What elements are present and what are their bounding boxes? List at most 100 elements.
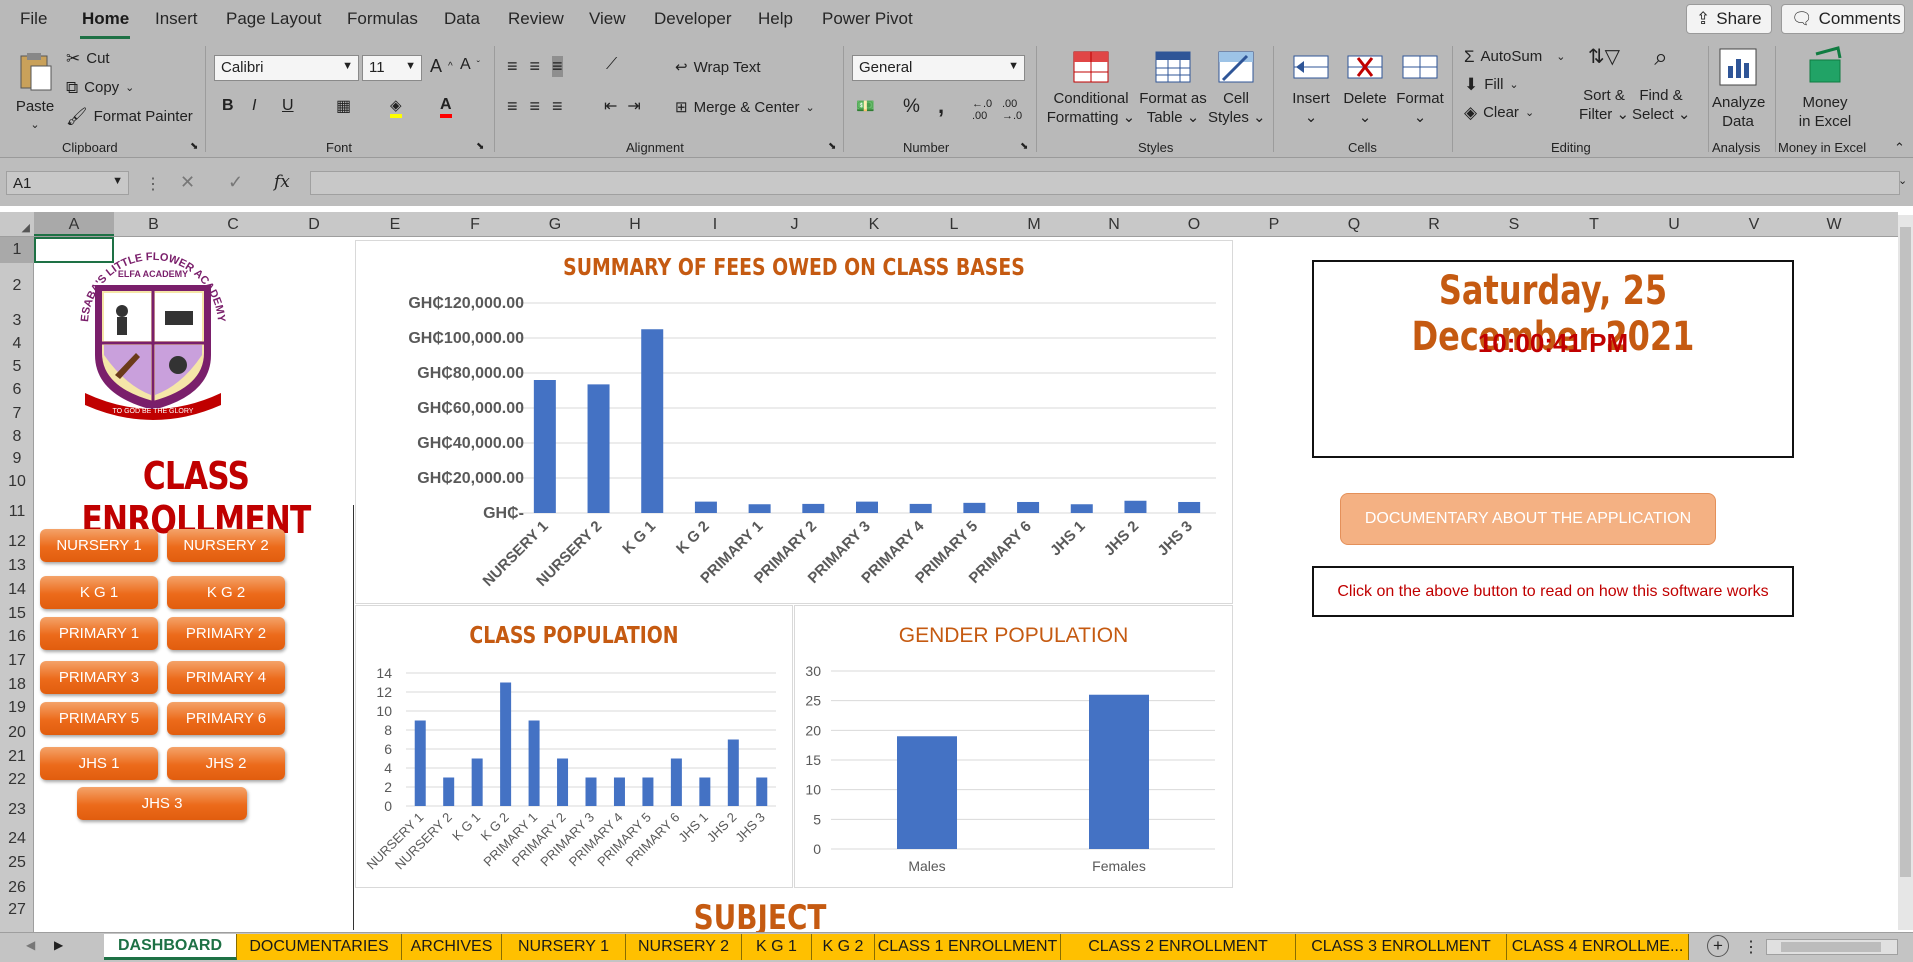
select-all-corner[interactable]: ◢ <box>0 212 34 237</box>
row-header[interactable]: 3 <box>0 309 34 332</box>
hscroll-thumb[interactable] <box>1781 942 1881 952</box>
column-header[interactable]: C <box>193 216 273 234</box>
dialog-launcher-icon[interactable]: ⬊ <box>828 141 836 152</box>
column-header[interactable]: M <box>994 216 1074 234</box>
column-header[interactable]: F <box>435 216 515 234</box>
merge-center-button[interactable]: ⊞ Merge & Center ⌄ <box>675 98 815 117</box>
row-header[interactable]: 27 <box>0 900 34 920</box>
sheet-tab[interactable]: CLASS 3 ENROLLMENT <box>1296 934 1507 960</box>
column-header[interactable]: O <box>1154 216 1234 234</box>
paste-button[interactable]: Paste ⌄ <box>14 52 56 135</box>
share-button[interactable]: ⇪ Share <box>1686 4 1772 34</box>
underline-button[interactable]: U <box>282 97 294 115</box>
row-header[interactable]: 2 <box>0 263 34 309</box>
autosum-button[interactable]: Σ AutoSum ⌄ <box>1464 48 1565 65</box>
row-header[interactable]: 18 <box>0 674 34 695</box>
dialog-launcher-icon[interactable]: ⬊ <box>476 141 484 152</box>
money-in-excel-button[interactable]: Money in Excel <box>1790 46 1860 131</box>
decrease-font-button[interactable]: Aˇ <box>460 56 480 74</box>
menu-developer[interactable]: Developer <box>654 9 732 29</box>
row-header[interactable]: 15 <box>0 601 34 626</box>
row-header[interactable]: 8 <box>0 425 34 448</box>
decrease-decimal-button[interactable]: .00 →.0 <box>1002 98 1022 122</box>
horizontal-scrollbar[interactable] <box>1766 939 1898 955</box>
delete-cells-button[interactable]: Delete ⌄ <box>1338 50 1392 127</box>
scroll-tabs-right-icon[interactable]: ▶ <box>54 938 63 952</box>
enroll-button-jhs-3[interactable]: JHS 3 <box>77 787 247 820</box>
number-format-select[interactable]: General ▼ <box>852 55 1025 81</box>
sort-filter-button[interactable]: ⇅▽ Sort & Filter ⌄ <box>1576 47 1632 124</box>
row-header[interactable]: 20 <box>0 720 34 745</box>
bold-button[interactable]: B <box>222 97 234 115</box>
enroll-button-nursery-1[interactable]: NURSERY 1 <box>40 529 158 562</box>
sheet-tab[interactable]: DASHBOARD <box>104 934 237 960</box>
row-header[interactable]: 26 <box>0 875 34 900</box>
format-cells-button[interactable]: Format ⌄ <box>1392 50 1448 127</box>
more-sheets-icon[interactable]: ⋮ <box>1743 937 1759 957</box>
enroll-button-jhs-2[interactable]: JHS 2 <box>167 747 285 780</box>
formula-input[interactable] <box>310 171 1900 195</box>
increase-decimal-button[interactable]: ←.0.00 <box>972 98 992 122</box>
sheet-tab[interactable]: K G 1 <box>742 934 812 960</box>
menu-formulas[interactable]: Formulas <box>347 9 418 29</box>
insert-cells-button[interactable]: Insert ⌄ <box>1284 50 1338 127</box>
row-header[interactable]: 23 <box>0 792 34 828</box>
wrap-text-button[interactable]: ↩ Wrap Text <box>675 58 761 77</box>
enroll-button-primary-4[interactable]: PRIMARY 4 <box>167 661 285 694</box>
add-sheet-icon[interactable]: + <box>1707 935 1729 957</box>
row-header[interactable]: 11 <box>0 494 34 530</box>
collapse-ribbon-icon[interactable]: ⌃ <box>1894 140 1905 156</box>
menu-file[interactable]: File <box>20 9 47 29</box>
column-header[interactable]: K <box>834 216 914 234</box>
font-name-select[interactable]: Calibri ▼ <box>214 55 359 81</box>
column-header[interactable]: W <box>1794 216 1874 234</box>
column-header[interactable]: A <box>34 212 114 236</box>
row-header[interactable]: 24 <box>0 828 34 850</box>
expand-formula-icon[interactable]: ⌄ <box>1898 174 1907 187</box>
row-header[interactable]: 21 <box>0 745 34 768</box>
percent-button[interactable]: % <box>903 96 920 118</box>
enroll-button-nursery-2[interactable]: NURSERY 2 <box>167 529 285 562</box>
row-header[interactable]: 1 <box>0 237 34 263</box>
column-header[interactable]: J <box>755 216 834 234</box>
copy-button[interactable]: ⧉ Copy ⌄ <box>66 79 134 96</box>
column-header[interactable]: E <box>355 216 435 234</box>
menu-review[interactable]: Review <box>508 9 564 29</box>
row-header[interactable]: 14 <box>0 578 34 601</box>
conditional-formatting-button[interactable]: Conditional Formatting ⌄ <box>1046 50 1136 127</box>
menu-data[interactable]: Data <box>444 9 480 29</box>
column-header[interactable]: R <box>1394 216 1474 234</box>
menu-page-layout[interactable]: Page Layout <box>226 9 321 29</box>
enroll-button-primary-1[interactable]: PRIMARY 1 <box>40 617 158 650</box>
menu-help[interactable]: Help <box>758 9 793 29</box>
dialog-launcher-icon[interactable]: ⬊ <box>190 141 198 152</box>
column-header[interactable]: G <box>515 216 595 234</box>
row-header[interactable]: 7 <box>0 402 34 425</box>
enroll-button-primary-2[interactable]: PRIMARY 2 <box>167 617 285 650</box>
fill-button[interactable]: ⬇ Fill ⌄ <box>1464 76 1519 93</box>
clear-button[interactable]: ◈ Clear ⌄ <box>1464 104 1534 121</box>
menu-home[interactable]: Home <box>82 9 129 29</box>
sheet-tab[interactable]: DOCUMENTARIES <box>237 934 402 960</box>
enroll-button-primary-5[interactable]: PRIMARY 5 <box>40 702 158 735</box>
enroll-button-jhs-1[interactable]: JHS 1 <box>40 747 158 780</box>
enroll-button-primary-3[interactable]: PRIMARY 3 <box>40 661 158 694</box>
scroll-tabs-left-icon[interactable]: ◀ <box>26 938 35 952</box>
row-header[interactable]: 22 <box>0 768 34 792</box>
sheet-tab[interactable]: CLASS 4 ENROLLME... <box>1507 934 1689 960</box>
name-box[interactable]: A1 ▼ <box>6 171 129 195</box>
column-header[interactable]: L <box>914 216 994 234</box>
column-header[interactable]: T <box>1554 216 1634 234</box>
row-header[interactable]: 13 <box>0 554 34 578</box>
format-painter-button[interactable]: 🖌 Format Painter <box>66 108 193 125</box>
sheet-tab[interactable]: CLASS 1 ENROLLMENT <box>875 934 1061 960</box>
column-header[interactable]: I <box>675 216 755 234</box>
orientation-button[interactable]: ⟋ <box>606 56 617 74</box>
column-header[interactable]: V <box>1714 216 1794 234</box>
vertical-scrollbar[interactable] <box>1898 215 1913 930</box>
indent-buttons[interactable]: ⇤ ⇥ <box>604 96 641 116</box>
sheet-tab[interactable]: CLASS 2 ENROLLMENT <box>1061 934 1296 960</box>
cut-button[interactable]: ✂ Cut <box>66 50 110 67</box>
font-color-button[interactable]: A <box>440 96 452 118</box>
column-header[interactable]: B <box>114 216 193 234</box>
